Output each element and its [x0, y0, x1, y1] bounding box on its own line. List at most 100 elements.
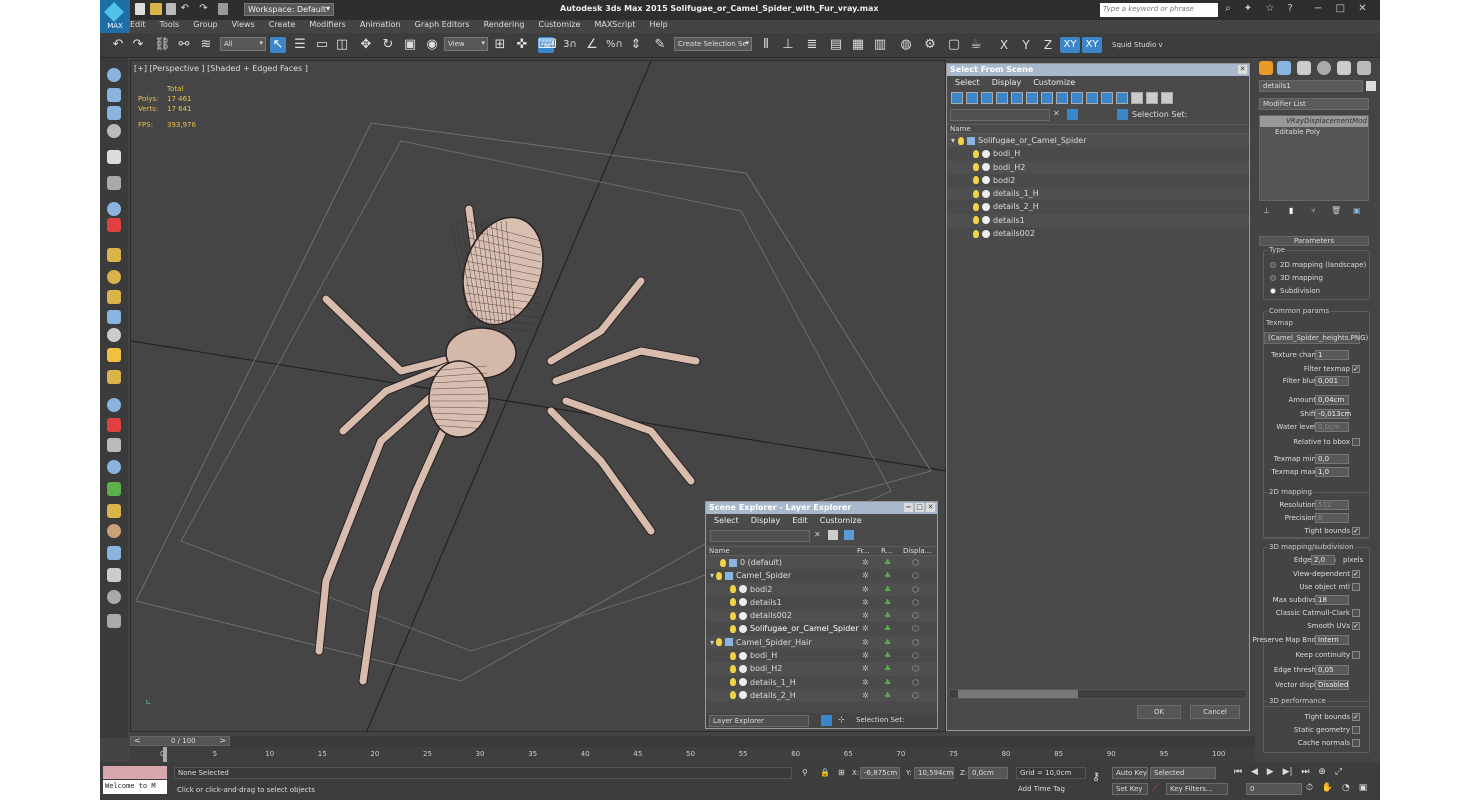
redo-icon[interactable]: ↷	[199, 3, 213, 15]
render-icon[interactable]: ♣	[884, 636, 891, 649]
param-spinner[interactable]: 1	[1315, 350, 1349, 360]
select-object-icon[interactable]: ↖	[270, 37, 286, 53]
render-icon[interactable]: ♣	[884, 569, 891, 582]
close-icon[interactable]: ✕	[926, 503, 935, 512]
freeze-icon[interactable]: ✲	[862, 676, 869, 689]
bone-icon[interactable]	[107, 590, 121, 604]
display-box-icon[interactable]: ⬡	[912, 583, 919, 596]
track-bar[interactable]: 0510152025303540455055606570758085909510…	[130, 747, 1255, 762]
snaps-toggle-icon[interactable]: 3∩	[562, 37, 578, 53]
place-icon[interactable]: ◉	[424, 37, 440, 53]
spinner-snap-icon[interactable]: ⇕	[628, 37, 644, 53]
table-row[interactable]: bodi_H ✲ ♣ ⬡	[706, 649, 937, 662]
undo-icon[interactable]: ↶	[181, 3, 195, 15]
cone-icon[interactable]	[107, 328, 121, 342]
render-icon[interactable]: ♣	[884, 622, 891, 635]
param-spinner[interactable]: 0,001	[1315, 376, 1349, 386]
list-item[interactable]: details002	[947, 227, 1249, 240]
display-filter-icon[interactable]	[1011, 92, 1023, 104]
display-filter-icon[interactable]	[966, 92, 978, 104]
visibility-bulb-icon[interactable]	[720, 558, 726, 567]
project-folder-icon[interactable]	[217, 3, 228, 15]
display-box-icon[interactable]: ⬡	[912, 662, 919, 675]
table-row[interactable]: Solifugae_or_Camel_Spider ✲ ♣ ⬡	[706, 622, 937, 635]
visibility-bulb-icon[interactable]	[973, 189, 979, 198]
close-icon[interactable]: ✕	[1238, 65, 1247, 74]
list-empty-area[interactable]	[947, 240, 1249, 621]
visibility-bulb-icon[interactable]	[730, 678, 736, 687]
sun-icon[interactable]	[107, 348, 121, 362]
param-spinner[interactable]: Intern	[1315, 635, 1349, 645]
zoom-all-icon[interactable]: ⤢	[1335, 767, 1342, 777]
display-filter-icon[interactable]	[1071, 92, 1083, 104]
axis-z-button[interactable]: Z	[1040, 37, 1056, 53]
param-spinner[interactable]: 0,05	[1315, 665, 1349, 675]
table-row[interactable]: details_1_H ✲ ♣ ⬡	[706, 676, 937, 689]
time-config-icon[interactable]: ⏱	[1306, 783, 1313, 793]
list-item[interactable]: bodi2	[947, 174, 1249, 187]
se-menu-display[interactable]: Display	[751, 516, 781, 525]
menu-item-graph-editors[interactable]: Graph Editors	[415, 20, 470, 29]
rectangular-selection-icon[interactable]: ▭	[314, 37, 330, 53]
se-menu-edit[interactable]: Edit	[792, 516, 808, 525]
film-icon[interactable]	[107, 568, 121, 582]
param-spinner[interactable]: 1,0	[1315, 467, 1349, 477]
param-spinner[interactable]: 18	[1315, 595, 1349, 605]
freeze-icon[interactable]: ✲	[862, 662, 869, 675]
rotate-icon[interactable]: ↻	[380, 37, 396, 53]
param-checkbox[interactable]: ✓	[1352, 713, 1360, 721]
teapot-icon[interactable]	[107, 310, 121, 324]
auto-key-button[interactable]: Auto Key	[1112, 767, 1148, 779]
absolute-mode-icon[interactable]: ⊞	[838, 768, 845, 777]
display-filter-icon[interactable]	[1101, 92, 1113, 104]
cylinder-icon[interactable]	[107, 370, 121, 384]
go-to-end-icon[interactable]: ⏭	[1301, 767, 1309, 777]
list-item[interactable]: details1	[947, 213, 1249, 228]
light-icon[interactable]	[107, 150, 121, 164]
mirror-icon[interactable]: ⫴	[758, 37, 774, 53]
pivot-center-icon[interactable]: ⊞	[492, 37, 508, 53]
render-icon[interactable]: ♣	[884, 609, 891, 622]
maximize-viewport-icon[interactable]: ▣	[1359, 783, 1368, 793]
keyboard-shortcut-override-icon[interactable]: ⌨	[538, 37, 557, 53]
visibility-bulb-icon[interactable]	[973, 176, 979, 185]
render-icon[interactable]: ♣	[884, 583, 891, 596]
menu-item-rendering[interactable]: Rendering	[484, 20, 525, 29]
grid-tool-icon[interactable]	[107, 124, 121, 138]
material-editor-icon[interactable]: ◍	[898, 37, 914, 53]
param-checkbox[interactable]	[1352, 651, 1360, 659]
display-filter-icon[interactable]	[1086, 92, 1098, 104]
collapse-arrow-icon[interactable]: ▾	[710, 571, 714, 580]
edit-named-selection-icon[interactable]: ✎	[652, 37, 668, 53]
save-file-icon[interactable]	[166, 3, 177, 15]
display-box-icon[interactable]: ⬡	[912, 622, 919, 635]
menu-item-edit[interactable]: Edit	[130, 20, 146, 29]
camera-icon[interactable]	[107, 438, 121, 452]
biped-icon[interactable]	[107, 524, 121, 538]
visibility-bulb-icon[interactable]	[730, 691, 736, 700]
tool-b-icon[interactable]	[107, 106, 121, 120]
name-column-header[interactable]: Name	[947, 124, 1249, 134]
help-circle-icon[interactable]	[107, 614, 121, 628]
sfs-menu-customize[interactable]: Customize	[1033, 78, 1075, 87]
next-frame-icon[interactable]: ▶|	[1283, 767, 1293, 777]
find-input[interactable]	[950, 109, 1050, 121]
add-time-tag[interactable]: Add Time Tag	[1018, 785, 1065, 793]
help-search-input[interactable]: Type a keyword or phrase	[1100, 3, 1218, 17]
curve-editor-icon[interactable]: ▦	[850, 37, 866, 53]
graphite-ribbon-icon[interactable]: ▤	[828, 37, 844, 53]
freeze-icon[interactable]: ✲	[862, 596, 869, 609]
window-crossing-icon[interactable]: ◫	[334, 37, 350, 53]
cancel-button[interactable]: Cancel	[1190, 705, 1240, 719]
param-checkbox[interactable]: ✓	[1352, 622, 1360, 630]
render-production-icon[interactable]: ☕	[968, 37, 984, 53]
param-checkbox[interactable]	[1352, 438, 1360, 446]
visibility-bulb-icon[interactable]	[973, 149, 979, 158]
binoculars-icon[interactable]: ⌕	[1225, 3, 1231, 14]
table-row[interactable]: ▾ Camel_Spider ✲ ♣ ⬡	[706, 569, 937, 582]
display-filter-icon[interactable]	[1056, 92, 1068, 104]
selection-set-icon[interactable]	[1117, 109, 1128, 120]
move-icon[interactable]: ✥	[358, 37, 374, 53]
squid-studio-button[interactable]: Squid Studio v	[1112, 37, 1182, 53]
key-mode-icon[interactable]: ⚷	[1092, 770, 1100, 783]
